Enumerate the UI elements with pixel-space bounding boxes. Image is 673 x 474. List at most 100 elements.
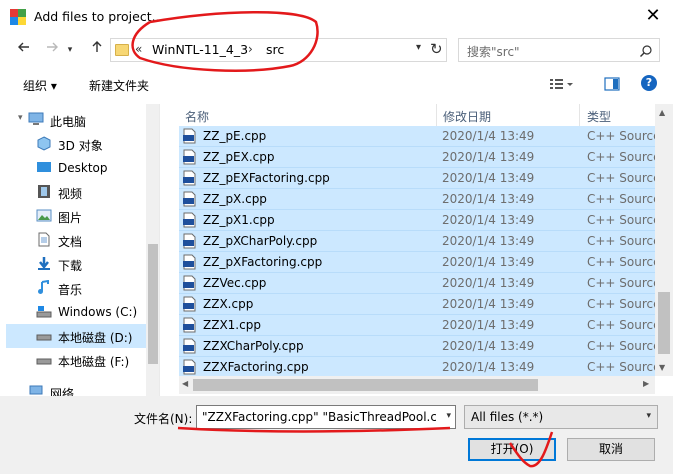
file-list: ^ 名称 修改日期 类型 ZZ_pE.cpp 2020/1/4 13:49 C++ …: [161, 104, 673, 396]
table-row[interactable]: ZZX1.cpp 2020/1/4 13:49 C++ Source: [179, 315, 661, 336]
chevron-down-icon[interactable]: ▾: [646, 411, 651, 421]
column-divider[interactable]: [436, 104, 437, 126]
table-row[interactable]: ZZ_pEXFactoring.cpp 2020/1/4 13:49 C++ Sou…: [179, 168, 661, 189]
network-icon: [29, 385, 43, 395]
sidebar-item-desktop[interactable]: Desktop: [6, 156, 146, 180]
scrollbar-thumb[interactable]: [658, 292, 670, 354]
cpp-file-icon: [183, 254, 196, 270]
file-type: C++ Source: [587, 318, 661, 332]
breadcrumb-separator[interactable]: ›: [248, 42, 253, 56]
filename-value[interactable]: "ZZXFactoring.cpp" "BasicThreadPool.cp: [202, 410, 436, 424]
table-row[interactable]: ZZ_pXCharPoly.cpp 2020/1/4 13:49 C++ Sourc…: [179, 231, 661, 252]
file-type: C++ Source: [587, 213, 661, 227]
column-header-date[interactable]: 修改日期: [443, 108, 491, 125]
organize-button[interactable]: 组织 ▾: [23, 77, 57, 94]
column-header-type[interactable]: 类型: [587, 108, 611, 125]
desktop-icon: [37, 162, 51, 172]
computer-icon: [28, 112, 44, 125]
navigation-bar: ▾ « WinNTL-11_4_3 › src ▾ ↻ 搜索"src": [0, 34, 673, 66]
new-folder-button[interactable]: 新建文件夹: [89, 77, 149, 94]
help-icon[interactable]: ?: [641, 75, 657, 91]
sidebar-item-label: 视频: [58, 187, 83, 201]
table-row[interactable]: ZZXCharPoly.cpp 2020/1/4 13:49 C++ Source: [179, 336, 661, 357]
arrow-left-icon[interactable]: [14, 40, 34, 60]
search-input[interactable]: 搜索"src": [458, 38, 660, 62]
close-icon[interactable]: ✕: [643, 6, 663, 26]
file-date: 2020/1/4 13:49: [442, 297, 535, 311]
scroll-left-icon[interactable]: ◀: [182, 379, 188, 388]
chevron-down-icon[interactable]: ▾: [416, 42, 421, 53]
table-row[interactable]: ZZ_pE.cpp 2020/1/4 13:49 C++ Source: [179, 126, 661, 147]
sidebar-item-this-pc[interactable]: ▾ 此电脑: [6, 108, 146, 132]
table-row[interactable]: ZZVec.cpp 2020/1/4 13:49 C++ Source: [179, 273, 661, 294]
search-icon[interactable]: [639, 44, 653, 58]
column-header-name[interactable]: 名称: [185, 108, 209, 125]
scroll-down-icon[interactable]: ▼: [659, 363, 665, 372]
file-type: C++ Source: [587, 192, 661, 206]
file-date: 2020/1/4 13:49: [442, 234, 535, 248]
breadcrumb-item[interactable]: WinNTL-11_4_3: [152, 42, 248, 57]
sidebar-item-pictures[interactable]: 图片: [6, 204, 146, 228]
sidebar-scrollbar[interactable]: [146, 104, 159, 396]
file-date: 2020/1/4 13:49: [442, 150, 535, 164]
breadcrumb-overflow[interactable]: «: [135, 42, 142, 56]
open-button[interactable]: 打开(O): [468, 438, 556, 461]
cancel-button[interactable]: 取消: [567, 438, 655, 461]
table-row[interactable]: ZZ_pX.cpp 2020/1/4 13:49 C++ Source: [179, 189, 661, 210]
scrollbar-thumb[interactable]: [193, 379, 538, 391]
table-row[interactable]: ZZXFactoring.cpp 2020/1/4 13:49 C++ Source: [179, 357, 661, 378]
sidebar-item-network[interactable]: 网络: [6, 380, 146, 396]
address-bar[interactable]: « WinNTL-11_4_3 › src ▾ ↻: [110, 38, 447, 62]
arrow-right-icon[interactable]: [42, 40, 62, 60]
column-divider[interactable]: [579, 104, 580, 126]
sidebar-item-label: 图片: [58, 211, 83, 225]
file-date: 2020/1/4 13:49: [442, 129, 535, 143]
chevron-down-icon[interactable]: ▾: [446, 411, 451, 421]
filename-input[interactable]: "ZZXFactoring.cpp" "BasicThreadPool.cp ▾: [196, 405, 456, 429]
table-row[interactable]: ZZ_pX1.cpp 2020/1/4 13:49 C++ Source: [179, 210, 661, 231]
file-name: ZZ_pXCharPoly.cpp: [203, 234, 318, 248]
cpp-file-icon: [183, 170, 196, 186]
cube-icon: [37, 136, 51, 151]
sidebar-item-label: 音乐: [58, 283, 83, 297]
preview-pane-icon[interactable]: [604, 76, 620, 95]
table-row[interactable]: ZZX.cpp 2020/1/4 13:49 C++ Source: [179, 294, 661, 315]
scroll-right-icon[interactable]: ▶: [643, 379, 649, 388]
scroll-up-icon[interactable]: ▲: [659, 108, 665, 117]
table-row[interactable]: ZZ_pEX.cpp 2020/1/4 13:49 C++ Source: [179, 147, 661, 168]
refresh-icon[interactable]: ↻: [430, 40, 443, 58]
sidebar-item-label: 文档: [58, 235, 83, 249]
file-list-vertical-scrollbar[interactable]: ▲ ▼: [655, 104, 673, 376]
arrow-up-icon[interactable]: [87, 40, 107, 60]
file-name: ZZXFactoring.cpp: [203, 360, 309, 374]
file-name: ZZ_pE.cpp: [203, 129, 267, 143]
sidebar-item-videos[interactable]: 视频: [6, 180, 146, 204]
cpp-file-icon: [183, 149, 196, 165]
file-name: ZZVec.cpp: [203, 276, 267, 290]
sidebar-item-downloads[interactable]: 下载: [6, 252, 146, 276]
sidebar-item-label: Desktop: [58, 161, 108, 175]
scrollbar-thumb[interactable]: [148, 244, 158, 364]
file-list-horizontal-scrollbar[interactable]: ◀ ▶: [179, 376, 655, 394]
column-header-row: ^ 名称 修改日期 类型: [161, 104, 673, 126]
file-type-select[interactable]: All files (*.*) ▾: [464, 405, 658, 429]
view-options-icon[interactable]: [549, 76, 575, 95]
sidebar-item-music[interactable]: 音乐: [6, 276, 146, 300]
document-icon: [38, 232, 50, 247]
breadcrumb-item[interactable]: src: [266, 42, 284, 57]
sidebar-item-3d-objects[interactable]: 3D 对象: [6, 132, 146, 156]
cpp-file-icon: [183, 296, 196, 312]
video-icon: [38, 185, 50, 198]
sidebar-item-drive-f[interactable]: 本地磁盘 (F:): [6, 348, 146, 372]
file-type-value: All files (*.*): [471, 410, 544, 424]
chevron-down-icon[interactable]: ▾: [64, 40, 76, 60]
file-name: ZZ_pEX.cpp: [203, 150, 275, 164]
sidebar-item-drive-c[interactable]: Windows (C:): [6, 300, 146, 324]
file-date: 2020/1/4 13:49: [442, 339, 535, 353]
expand-arrow-icon[interactable]: ▾: [18, 113, 23, 123]
sidebar-item-documents[interactable]: 文档: [6, 228, 146, 252]
file-date: 2020/1/4 13:49: [442, 192, 535, 206]
sidebar-item-drive-d[interactable]: 本地磁盘 (D:): [6, 324, 146, 348]
dialog-footer: 文件名(N): "ZZXFactoring.cpp" "BasicThreadP…: [0, 396, 673, 474]
table-row[interactable]: ZZ_pXFactoring.cpp 2020/1/4 13:49 C++ Sour…: [179, 252, 661, 273]
